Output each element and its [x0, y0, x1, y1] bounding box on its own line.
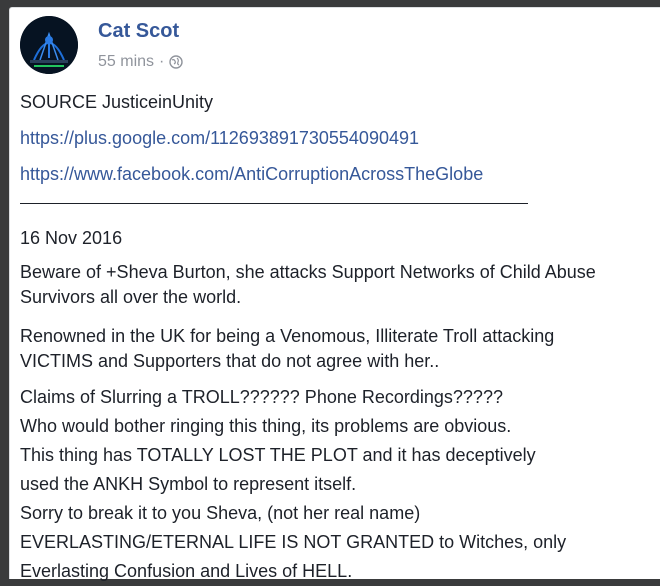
- paragraph-3: Claims of Slurring a TROLL?????? Phone R…: [20, 383, 566, 586]
- profile-avatar-icon[interactable]: [20, 16, 78, 74]
- paragraph-line: Survivors all over the world.: [20, 287, 242, 307]
- meta-separator: ·: [159, 53, 165, 70]
- paragraph-line: Sorry to break it to you Sheva, (not her…: [20, 503, 421, 523]
- facebook-link[interactable]: https://www.facebook.com/AntiCorruptionA…: [20, 162, 483, 187]
- paragraph-line: used the ANKH Symbol to represent itself…: [20, 474, 357, 494]
- paragraph-2: Renowned in the UK for being a Venomous,…: [20, 324, 554, 374]
- paragraph-1: Beware of +Sheva Burton, she attacks Sup…: [20, 260, 596, 310]
- paragraph-line: Renowned in the UK for being a Venomous,…: [20, 326, 555, 346]
- post-card: Cat Scot 55 mins · SOURCE JusticeinUnity…: [9, 7, 660, 581]
- globe-icon[interactable]: [169, 55, 184, 69]
- paragraph-line: Claims of Slurring a TROLL?????? Phone R…: [20, 387, 503, 407]
- paragraph-line: Beware of +Sheva Burton, she attacks Sup…: [20, 262, 596, 282]
- post-meta: 55 mins ·: [98, 53, 184, 71]
- paragraph-line: VICTIMS and Supporters that do not agree…: [20, 351, 440, 371]
- post-date: 16 Nov 2016: [20, 228, 123, 248]
- source-line: SOURCE JusticeinUnity: [20, 92, 214, 112]
- google-plus-link[interactable]: https://plus.google.com/1126938917305540…: [20, 126, 419, 151]
- post-header: Cat Scot 55 mins ·: [20, 16, 620, 76]
- paragraph-line: Everlasting Confusion and Lives of HELL.: [20, 561, 353, 581]
- post-time[interactable]: 55 mins: [98, 53, 154, 71]
- divider-line: [20, 203, 528, 204]
- paragraph-line: This thing has TOTALLY LOST THE PLOT and…: [20, 445, 536, 465]
- author-name[interactable]: Cat Scot: [98, 20, 179, 43]
- paragraph-line: EVERLASTING/ETERNAL LIFE IS NOT GRANTED …: [20, 532, 567, 552]
- paragraph-line: Who would bother ringing this thing, its…: [20, 416, 512, 436]
